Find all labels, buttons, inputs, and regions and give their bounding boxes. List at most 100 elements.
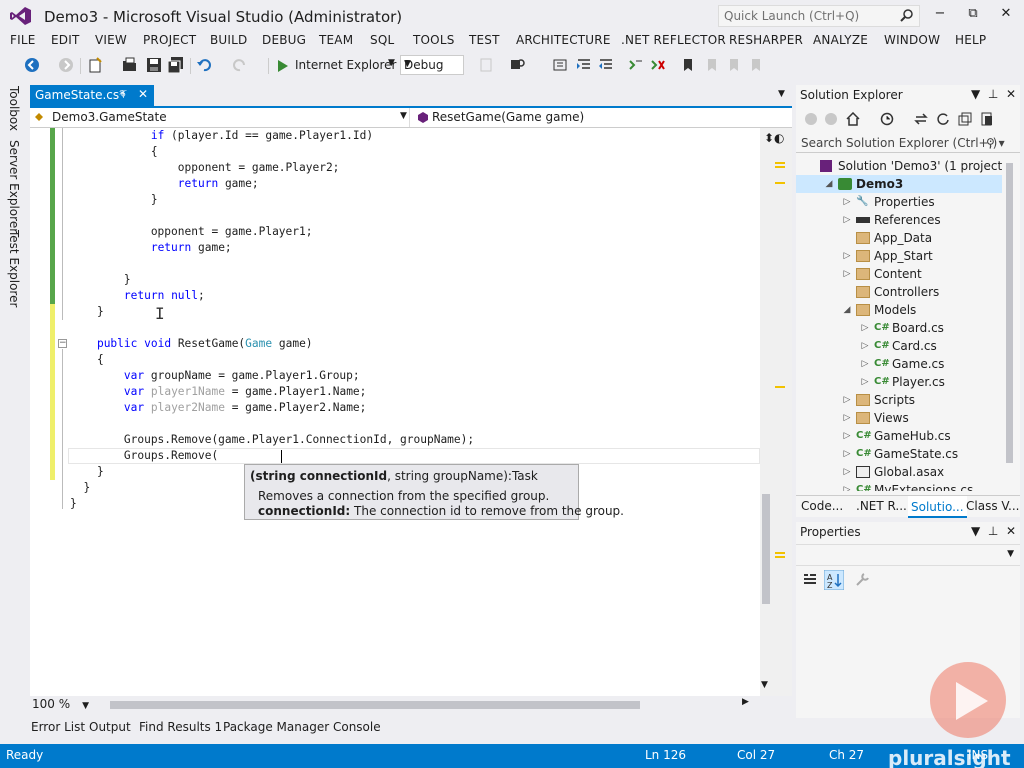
scroll-down-icon[interactable]: ▼ — [761, 680, 768, 690]
tab-error-list[interactable]: Error List — [31, 720, 85, 734]
quick-launch-input[interactable]: Quick Launch (Ctrl+Q) — [718, 5, 920, 27]
tab-net-reflector[interactable]: .NET R... — [856, 499, 907, 513]
show-all-files-icon[interactable] — [980, 112, 994, 126]
collapse-all-icon[interactable] — [958, 112, 972, 126]
tab-find-results[interactable]: Find Results 1 — [139, 720, 222, 734]
tree-node[interactable]: ▷ Content — [796, 265, 1002, 283]
panel-controls[interactable]: ▼ ⊥ ✕ — [971, 87, 1016, 101]
sync-icon[interactable] — [914, 112, 928, 126]
close-window-button[interactable]: ✕ — [996, 6, 1016, 24]
prev-bookmark-icon[interactable] — [704, 57, 720, 73]
tab-class-view[interactable]: Class V... — [966, 499, 1020, 513]
tree-node[interactable]: ▷ 🔧 Properties — [796, 193, 1002, 211]
tree-node[interactable]: ▷ Views — [796, 409, 1002, 427]
zoom-select[interactable]: 100 % ▼ — [32, 697, 89, 711]
tree-node[interactable]: Controllers — [796, 283, 1002, 301]
solution-search-input[interactable]: Search Solution Explorer (Ctrl+;) ⚲ ▾ — [796, 133, 1020, 153]
find-in-files-icon[interactable] — [510, 57, 526, 73]
menu-tools[interactable]: TOOLS — [413, 33, 455, 47]
tree-node[interactable]: ▷ References — [796, 211, 1002, 229]
server-explorer-tab[interactable]: Server Explorer — [7, 140, 21, 233]
scrollbar-thumb[interactable] — [1006, 163, 1013, 463]
menu-debug[interactable]: DEBUG — [262, 33, 306, 47]
tab-list-dropdown-icon[interactable]: ▼ — [778, 89, 785, 99]
collapsed-arrow-icon[interactable]: ▷ — [842, 193, 852, 211]
uncomment-icon[interactable] — [650, 57, 666, 73]
tab-output[interactable]: Output — [89, 720, 131, 734]
tree-node[interactable]: ▷ C# Card.cs — [796, 337, 1002, 355]
collapsed-arrow-icon[interactable]: ▷ — [842, 445, 852, 463]
forward-icon[interactable] — [58, 57, 74, 73]
panel-controls[interactable]: ▼ ⊥ ✕ — [971, 524, 1016, 538]
configuration-select[interactable]: Debug ▼ — [400, 55, 464, 75]
collapsed-arrow-icon[interactable]: ▷ — [842, 247, 852, 265]
menu-edit[interactable]: EDIT — [51, 33, 80, 47]
tree-node[interactable]: ▷ Scripts — [796, 391, 1002, 409]
editor-vertical-scrollbar[interactable]: ⬍◐ ▼ — [760, 128, 792, 696]
clear-bookmarks-icon[interactable] — [748, 57, 764, 73]
menu-sql[interactable]: SQL — [370, 33, 394, 47]
tab-code-map[interactable]: Code... — [801, 499, 843, 513]
tree-node[interactable]: Solution 'Demo3' (1 project) — [796, 157, 1002, 175]
new-project-icon[interactable] — [88, 57, 104, 73]
menu-resharper[interactable]: RESHARPER — [729, 33, 803, 47]
member-dropdown[interactable]: ResetGame(Game game) — [414, 108, 774, 127]
indent-icon[interactable] — [598, 57, 614, 73]
tree-node[interactable]: ◢ Models — [796, 301, 1002, 319]
split-window-icon[interactable]: ⬍◐ — [764, 131, 785, 145]
collapsed-arrow-icon[interactable]: ▷ — [842, 211, 852, 229]
horizontal-scrollbar-thumb[interactable] — [110, 701, 640, 709]
categorized-icon[interactable] — [802, 572, 818, 588]
tree-node[interactable]: ▷ C# Board.cs — [796, 319, 1002, 337]
attach-icon[interactable] — [478, 57, 494, 73]
menu-view[interactable]: VIEW — [95, 33, 127, 47]
menu-architecture[interactable]: ARCHITECTURE — [516, 33, 611, 47]
back-icon[interactable] — [804, 112, 818, 126]
menu-net-reflector[interactable]: .NET REFLECTOR — [621, 33, 726, 47]
tab-gamestate-cs[interactable]: GameState.cs* ⍕ ✕ — [30, 85, 154, 106]
scrollbar-thumb[interactable] — [762, 494, 770, 604]
tab-package-manager-console[interactable]: Package Manager Console — [223, 720, 381, 734]
collapsed-arrow-icon[interactable]: ▷ — [860, 319, 870, 337]
restore-button[interactable]: ⧉ — [963, 6, 983, 24]
undo-icon[interactable] — [196, 57, 212, 73]
tree-node[interactable]: ▷ Global.asax — [796, 463, 1002, 481]
tree-node[interactable]: ▷ C# GameHub.cs — [796, 427, 1002, 445]
menu-project[interactable]: PROJECT — [143, 33, 196, 47]
code-editor[interactable]: − if (player.Id == game.Player1.Id) { op… — [30, 128, 760, 696]
bookmark-icon[interactable] — [680, 57, 696, 73]
menu-file[interactable]: FILE — [10, 33, 36, 47]
save-icon[interactable] — [146, 57, 162, 73]
collapsed-arrow-icon[interactable]: ▷ — [842, 409, 852, 427]
pin-icon[interactable]: ⍕ — [120, 88, 127, 102]
forward-icon[interactable] — [824, 112, 838, 126]
test-explorer-tab[interactable]: Test Explorer — [7, 230, 21, 307]
scroll-right-icon[interactable]: ▶ — [742, 697, 749, 707]
tree-node[interactable]: App_Data — [796, 229, 1002, 247]
close-icon[interactable]: ✕ — [138, 87, 148, 101]
properties-object-select[interactable]: ▼ — [796, 544, 1020, 566]
menu-test[interactable]: TEST — [469, 33, 500, 47]
property-pages-icon[interactable] — [854, 572, 870, 588]
bookmark-toggle-icon[interactable] — [552, 57, 568, 73]
tree-node[interactable]: ▷ C# Player.cs — [796, 373, 1002, 391]
collapsed-arrow-icon[interactable]: ▷ — [842, 391, 852, 409]
tree-node[interactable]: ▷ App_Start — [796, 247, 1002, 265]
collapsed-arrow-icon[interactable]: ▷ — [860, 337, 870, 355]
tree-node[interactable]: ▷ C# MyExtensions.cs — [796, 481, 1002, 491]
collapsed-arrow-icon[interactable]: ▷ — [842, 265, 852, 283]
next-bookmark-icon[interactable] — [726, 57, 742, 73]
back-icon[interactable] — [24, 57, 40, 73]
outdent-icon[interactable] — [576, 57, 592, 73]
tree-node[interactable]: ▷ C# GameState.cs — [796, 445, 1002, 463]
menu-analyze[interactable]: ANALYZE — [813, 33, 868, 47]
class-dropdown[interactable]: Demo3.GameState ▼ — [30, 108, 410, 127]
refresh-icon[interactable] — [936, 112, 950, 126]
collapsed-arrow-icon[interactable]: ▷ — [860, 355, 870, 373]
menu-window[interactable]: WINDOW — [884, 33, 940, 47]
tab-solution-explorer[interactable]: Solutio... — [908, 496, 967, 518]
minimize-button[interactable]: − — [930, 6, 950, 24]
redo-icon[interactable] — [232, 57, 248, 73]
collapse-region-icon[interactable]: − — [58, 339, 67, 348]
collapsed-arrow-icon[interactable]: ▷ — [842, 463, 852, 481]
